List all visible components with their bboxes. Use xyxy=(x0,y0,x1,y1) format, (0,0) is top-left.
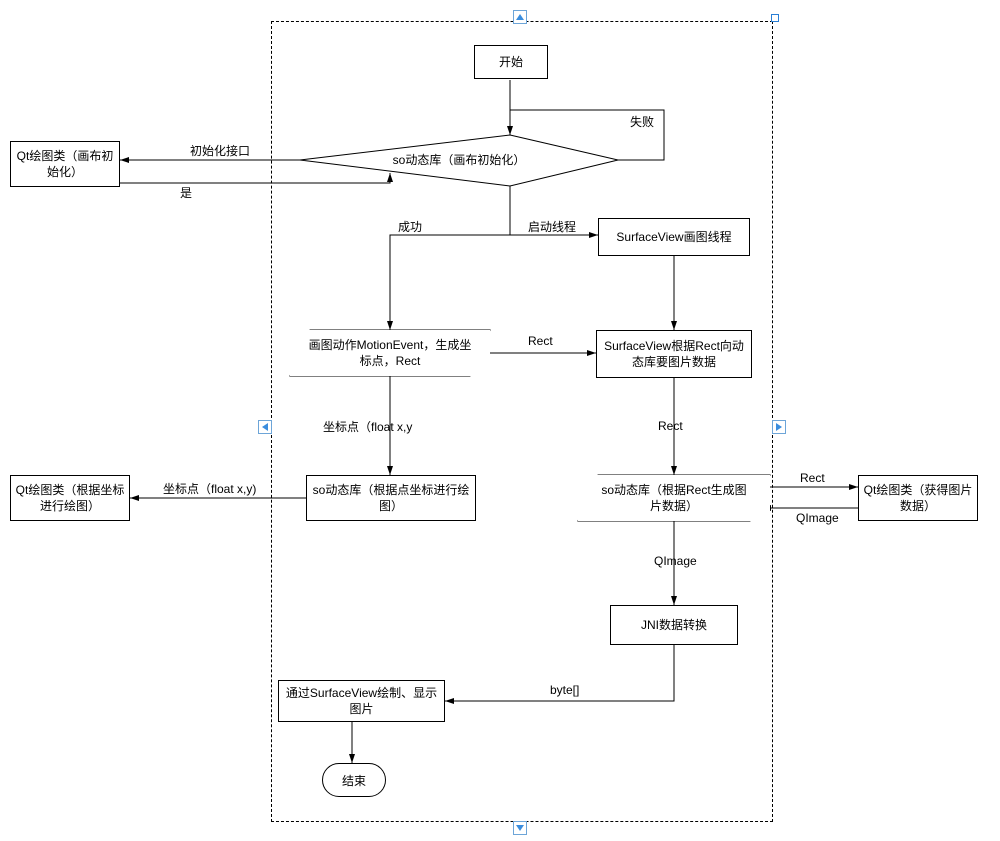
node-jni-convert-label: JNI数据转换 xyxy=(641,617,707,633)
node-qt-canvas-init: Qt绘图类（画布初始化） xyxy=(10,141,120,187)
node-qt-draw-by-coord-label: Qt绘图类（根据坐标进行绘图） xyxy=(15,482,125,514)
node-end-label: 结束 xyxy=(342,772,366,789)
node-so-gen-image-label: so动态库（根据Rect生成图片数据） xyxy=(596,482,752,514)
edge-label-rect-2: Rect xyxy=(658,419,683,433)
chevron-left-icon xyxy=(262,423,268,431)
edge-label-byte: byte[] xyxy=(550,683,579,697)
node-start: 开始 xyxy=(474,45,548,79)
scroll-left-handle[interactable] xyxy=(258,420,272,434)
node-surface-thread: SurfaceView画图线程 xyxy=(598,218,750,256)
node-decision-init: so动态库（画布初始化） xyxy=(300,135,618,186)
edge-label-coord-1: 坐标点（float x,y xyxy=(323,418,412,435)
edge-label-coord-2: 坐标点（float x,y) xyxy=(163,480,256,497)
node-surface-rect-fetch-label: SurfaceView根据Rect向动态库要图片数据 xyxy=(601,338,747,370)
edge-label-success: 成功 xyxy=(398,218,422,235)
chevron-down-icon xyxy=(516,825,524,831)
node-so-draw-by-coord: so动态库（根据点坐标进行绘图） xyxy=(306,475,476,521)
node-end: 结束 xyxy=(322,763,386,797)
edge-label-init-interface: 初始化接口 xyxy=(190,142,250,159)
node-decision-init-label: so动态库（画布初始化） xyxy=(393,153,526,169)
node-surface-thread-label: SurfaceView画图线程 xyxy=(616,229,731,245)
edge-label-rect-1: Rect xyxy=(528,334,553,348)
node-start-label: 开始 xyxy=(499,54,523,70)
edge-label-qimage-1: QImage xyxy=(796,511,839,525)
chevron-up-icon xyxy=(516,14,524,20)
edge-label-qimage-2: QImage xyxy=(654,554,697,568)
node-so-draw-by-coord-label: so动态库（根据点坐标进行绘图） xyxy=(311,482,471,514)
node-surface-rect-fetch: SurfaceView根据Rect向动态库要图片数据 xyxy=(596,330,752,378)
edge-label-fail: 失败 xyxy=(630,113,654,130)
scroll-up-handle[interactable] xyxy=(513,10,527,24)
node-motion-event-label: 画图动作MotionEvent，生成坐标点，Rect xyxy=(308,337,472,369)
node-qt-get-image-label: Qt绘图类（获得图片数据） xyxy=(863,482,973,514)
node-surface-display: 通过SurfaceView绘制、显示图片 xyxy=(278,680,445,722)
edge-label-start-thread: 启动线程 xyxy=(528,218,576,235)
node-jni-convert: JNI数据转换 xyxy=(610,605,738,645)
node-qt-get-image: Qt绘图类（获得图片数据） xyxy=(858,475,978,521)
scroll-right-handle[interactable] xyxy=(772,420,786,434)
flowchart-canvas: 开始 so动态库（画布初始化） Qt绘图类（画布初始化） SurfaceView… xyxy=(0,0,1000,841)
node-so-gen-image: so动态库（根据Rect生成图片数据） xyxy=(578,475,770,521)
edge-layer xyxy=(0,0,1000,841)
edge-label-rect-3: Rect xyxy=(800,471,825,485)
node-qt-canvas-init-label: Qt绘图类（画布初始化） xyxy=(15,148,115,180)
edge-label-yes: 是 xyxy=(180,184,192,201)
selection-handle[interactable] xyxy=(771,14,779,22)
chevron-right-icon xyxy=(776,423,782,431)
node-motion-event: 画图动作MotionEvent，生成坐标点，Rect xyxy=(290,330,490,376)
scroll-down-handle[interactable] xyxy=(513,821,527,835)
node-qt-draw-by-coord: Qt绘图类（根据坐标进行绘图） xyxy=(10,475,130,521)
node-surface-display-label: 通过SurfaceView绘制、显示图片 xyxy=(283,685,440,717)
